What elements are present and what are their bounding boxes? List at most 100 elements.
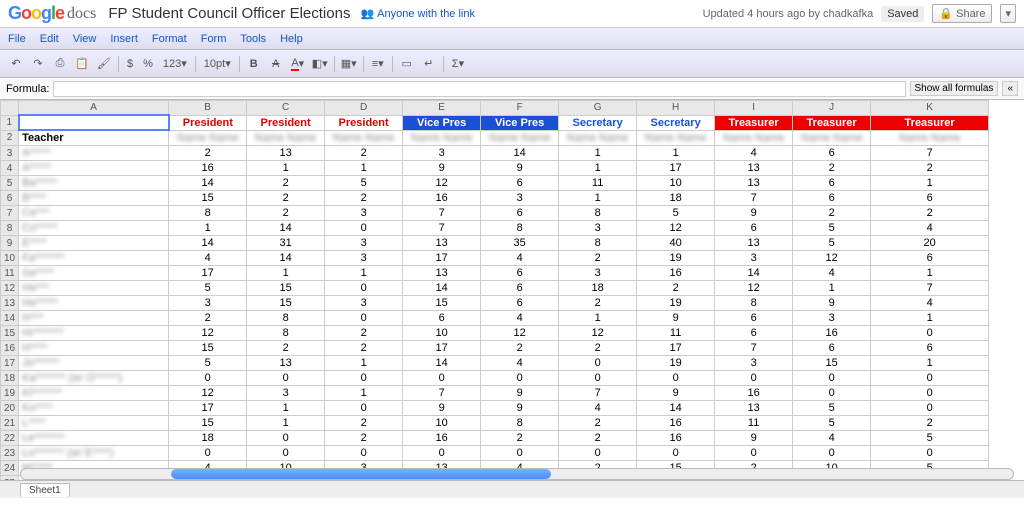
paintformat-icon[interactable]: 🖌 [94, 54, 114, 74]
cell[interactable]: 0 [793, 386, 871, 401]
cell[interactable]: 17 [169, 266, 247, 281]
cell[interactable]: 9 [637, 311, 715, 326]
share-dropdown[interactable]: ▾ [1000, 4, 1016, 23]
cell[interactable]: 3 [325, 251, 403, 266]
cell[interactable]: 0 [793, 371, 871, 386]
row-header[interactable]: 7 [1, 206, 19, 221]
currency-format[interactable]: $ [123, 58, 137, 70]
cell[interactable]: 5 [793, 221, 871, 236]
cell[interactable]: 2 [559, 431, 637, 446]
menu-format[interactable]: Format [152, 33, 187, 45]
position-header[interactable]: President [169, 115, 247, 130]
cell[interactable]: 6 [481, 281, 559, 296]
cell[interactable]: 8 [481, 416, 559, 431]
cell[interactable]: 6 [481, 206, 559, 221]
cell[interactable]: 2 [871, 161, 989, 176]
menu-edit[interactable]: Edit [40, 33, 59, 45]
number-format[interactable]: 123▾ [159, 57, 191, 70]
cell[interactable]: 1 [247, 416, 325, 431]
cell[interactable]: 1 [871, 311, 989, 326]
teacher-name[interactable]: He***** [19, 296, 169, 311]
cell[interactable]: 11 [559, 176, 637, 191]
cell[interactable]: 0 [871, 371, 989, 386]
row-header[interactable]: 15 [1, 326, 19, 341]
cell[interactable]: 6 [871, 251, 989, 266]
cell[interactable]: 14 [403, 356, 481, 371]
cell[interactable]: 2 [247, 206, 325, 221]
cell[interactable]: 4 [169, 251, 247, 266]
cell[interactable]: 2 [325, 146, 403, 161]
print-icon[interactable]: ⎙ [50, 54, 70, 74]
cell[interactable]: 10 [403, 416, 481, 431]
align-icon[interactable]: ≡▾ [368, 54, 388, 74]
position-header[interactable]: Treasurer [715, 115, 793, 130]
merge-icon[interactable]: ▭ [397, 54, 417, 74]
cell[interactable]: 9 [715, 431, 793, 446]
cell[interactable]: 1 [325, 356, 403, 371]
cell[interactable]: 0 [325, 221, 403, 236]
cell[interactable]: 3 [559, 266, 637, 281]
column-header[interactable]: C [247, 101, 325, 116]
cell[interactable]: 10 [637, 176, 715, 191]
cell[interactable]: 7 [715, 191, 793, 206]
cell[interactable]: 6 [715, 326, 793, 341]
cell[interactable]: 6 [793, 191, 871, 206]
cell[interactable]: 17 [637, 341, 715, 356]
row-header[interactable]: 2 [1, 130, 19, 146]
cell[interactable]: 4 [559, 401, 637, 416]
cell[interactable]: 15 [169, 341, 247, 356]
show-all-formulas[interactable]: Show all formulas [910, 81, 999, 96]
cell[interactable]: 0 [403, 446, 481, 461]
visibility-link[interactable]: 👥 Anyone with the link [360, 7, 475, 20]
cell[interactable]: 3 [403, 146, 481, 161]
cell[interactable]: 0 [637, 446, 715, 461]
cell[interactable]: 0 [637, 371, 715, 386]
cell[interactable]: 16 [793, 326, 871, 341]
teacher-name[interactable]: A***** [19, 161, 169, 176]
cell[interactable]: 9 [481, 386, 559, 401]
menu-help[interactable]: Help [280, 33, 303, 45]
cell[interactable]: 2 [871, 206, 989, 221]
cell[interactable]: 19 [637, 356, 715, 371]
cell[interactable]: 0 [247, 446, 325, 461]
teacher-name[interactable]: Kl******* [19, 386, 169, 401]
cell[interactable]: 3 [247, 386, 325, 401]
font-size[interactable]: 10pt▾ [200, 57, 235, 70]
position-header[interactable]: President [325, 115, 403, 130]
cell[interactable]: 1 [559, 191, 637, 206]
cell[interactable]: 14 [247, 251, 325, 266]
spreadsheet[interactable]: ABCDEFGHIJK1PresidentPresidentPresidentV… [0, 100, 989, 498]
row-header[interactable]: 4 [1, 161, 19, 176]
cell[interactable]: 8 [481, 221, 559, 236]
candidate-name[interactable]: Name Name [559, 130, 637, 146]
candidate-name[interactable]: Name Name [637, 130, 715, 146]
teacher-name[interactable]: B**** [19, 191, 169, 206]
candidate-name[interactable]: Name Name [247, 130, 325, 146]
row-header[interactable]: 8 [1, 221, 19, 236]
cell[interactable]: 1 [325, 266, 403, 281]
cell[interactable]: 6 [403, 311, 481, 326]
row-header[interactable]: 24 [1, 461, 19, 476]
cell[interactable]: 16 [637, 431, 715, 446]
menu-insert[interactable]: Insert [110, 33, 138, 45]
tab-sheet1[interactable]: Sheet1 [20, 483, 70, 497]
cell[interactable]: 15 [169, 191, 247, 206]
row-header[interactable]: 23 [1, 446, 19, 461]
cell[interactable]: 16 [637, 266, 715, 281]
cell[interactable]: 2 [793, 206, 871, 221]
column-header[interactable]: H [637, 101, 715, 116]
cell[interactable]: 3 [793, 311, 871, 326]
cell[interactable]: 0 [559, 356, 637, 371]
cell[interactable]: 8 [715, 296, 793, 311]
teacher-name[interactable]: A***** [19, 146, 169, 161]
cell[interactable]: 14 [637, 401, 715, 416]
cell[interactable]: 0 [325, 401, 403, 416]
cell[interactable]: 0 [871, 401, 989, 416]
cell[interactable]: 0 [169, 371, 247, 386]
cell[interactable]: 2 [481, 341, 559, 356]
undo-icon[interactable]: ↶ [6, 54, 26, 74]
cell[interactable]: 13 [247, 356, 325, 371]
redo-icon[interactable]: ↷ [28, 54, 48, 74]
formula-input[interactable] [53, 81, 905, 97]
cell[interactable]: 8 [559, 236, 637, 251]
